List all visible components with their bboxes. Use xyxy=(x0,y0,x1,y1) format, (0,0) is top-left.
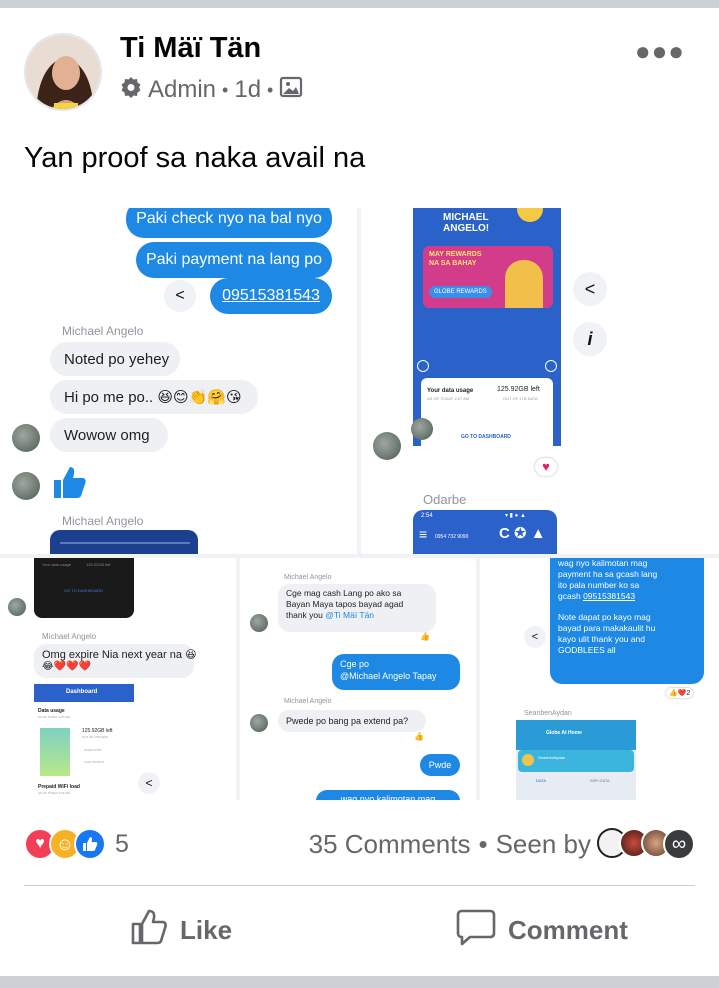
chat-bubble-incoming: Omg expire Nia next year na 😆 😂❤️❤️❤️ xyxy=(34,644,197,678)
like-icon xyxy=(130,908,168,953)
heart-reaction-icon: ♥ xyxy=(535,458,557,476)
info-icon: i xyxy=(573,322,607,356)
promo-button: GLOBE REWARDS xyxy=(429,286,492,298)
comment-icon xyxy=(456,908,496,953)
chat-avatar xyxy=(250,714,268,732)
post-caption: Yan proof sa naka avail na xyxy=(24,142,366,174)
thumbs-up-reaction-icon: 👍 xyxy=(414,732,424,741)
chat-avatar xyxy=(8,598,26,616)
chat-avatar xyxy=(12,424,40,452)
comment-button[interactable]: Comment xyxy=(456,905,628,955)
chat-bubble-incoming: Noted po yehey xyxy=(50,342,180,376)
dashboard-screenshot: Dashboard Data usage AS OF TODAY 2:07 AM… xyxy=(34,684,134,800)
chat-bubble-phone-number: 09515381543 xyxy=(210,278,332,314)
chat-bubble-incoming: Wowow omg xyxy=(50,418,168,452)
like-button[interactable]: Like xyxy=(130,905,232,955)
reaction-count: 5 xyxy=(115,829,129,858)
chat-avatar xyxy=(411,418,433,440)
post-stats: 35 Comments • Seen by ∞ xyxy=(309,826,695,862)
chat-sender-name: Michael Angelo xyxy=(284,574,332,581)
chat-sender-name: SeanbenAydan xyxy=(524,710,572,717)
collage-photo-4[interactable]: Michael Angelo Cge mag cash Lang po ako … xyxy=(240,558,476,800)
comments-count[interactable]: 35 Comments xyxy=(309,829,471,860)
chat-sender-name: Michael Angelo xyxy=(62,514,144,528)
seen-more-icon: ∞ xyxy=(663,828,695,860)
thumbs-up-reaction-icon: 👍 xyxy=(420,632,430,641)
author-name[interactable]: Ti Mäï Tän xyxy=(120,32,261,65)
globe-app-screen: MICHAEL ANGELO! MAY REWARDS NA SA BAHAY … xyxy=(413,208,561,446)
more-options-icon[interactable]: ●●● xyxy=(635,36,685,67)
collage-photo-1[interactable]: Paki check nyo na bal nyo Paki payment n… xyxy=(0,208,357,554)
share-icon: < xyxy=(138,772,160,794)
data-usage-card: Your data usage AS OF TODAY 2:07 AM 125.… xyxy=(421,378,553,446)
meta-dot-2: • xyxy=(267,79,274,100)
phone-screenshot-thumb xyxy=(50,530,198,554)
seen-avatars xyxy=(630,790,670,800)
chat-bubble-incoming: Hi po me po.. 😆😊👏🤗😘 xyxy=(50,380,258,414)
menu-icon: ≡ xyxy=(419,526,428,542)
chat-sender-name: Michael Angelo xyxy=(42,632,97,641)
carousel-right-icon xyxy=(545,360,557,372)
carousel-left-icon xyxy=(417,360,429,372)
photo-collage[interactable]: Paki check nyo na bal nyo Paki payment n… xyxy=(0,208,719,800)
author-role: Admin xyxy=(148,76,217,103)
chat-bubble-incoming: Pwede po bang pa extend pa? xyxy=(278,710,426,732)
like-label: Like xyxy=(180,914,233,945)
post-time[interactable]: 1d xyxy=(234,76,261,104)
chat-bubble-outgoing: wag nyo kalimotan mag payment ha sa gcas… xyxy=(550,558,704,684)
reactions-summary[interactable]: ♥ ☺ 5 xyxy=(24,826,129,862)
chat-avatar xyxy=(12,472,40,500)
chat-bubble-outgoing: Paki check nyo na bal nyo xyxy=(126,208,332,238)
top-separator xyxy=(0,0,719,8)
chat-sender-name: Michael Angelo xyxy=(62,324,144,338)
collage-photo-3[interactable]: Your data usage 125.92GB left GO TO DASH… xyxy=(0,558,236,800)
meta-dot: • xyxy=(222,79,229,100)
greeting-text: MICHAEL ANGELO! xyxy=(443,212,490,234)
promo-banner: MAY REWARDS NA SA BAHAY GLOBE REWARDS xyxy=(423,246,553,308)
globe-at-home-screenshot: Globe At Home SeanbenAydan DATA WIFI DAT… xyxy=(516,720,636,800)
phone-screenshot-thumb: 2:54 ▾ ▮ ● ▲ ≡ 0954 732 9090 C ✪ ▲ xyxy=(413,510,557,554)
chat-bubble-outgoing: Paki payment na lang po xyxy=(136,242,332,278)
share-icon: < xyxy=(164,280,196,312)
sun-icon xyxy=(517,208,543,222)
chat-avatar xyxy=(373,432,401,460)
like-reaction-icon xyxy=(74,828,106,860)
bottom-separator xyxy=(0,976,719,988)
author-avatar[interactable] xyxy=(24,33,102,111)
stats-separator: • xyxy=(478,828,488,859)
collage-photo-2[interactable]: MICHAEL ANGELO! MAY REWARDS NA SA BAHAY … xyxy=(361,208,719,554)
chat-avatar xyxy=(250,614,268,632)
usage-bar xyxy=(40,728,70,776)
thumbs-up-icon xyxy=(50,464,88,507)
chat-bubble-outgoing: Cge po @Michael Angelo Tapay xyxy=(332,654,460,690)
share-icon: < xyxy=(524,626,546,648)
photos-icon xyxy=(279,75,303,106)
chat-bubble-incoming: Cge mag cash Lang po ako sa Bayan Maya t… xyxy=(278,584,436,632)
chat-bubble-outgoing: wag nyo kalimotan mag xyxy=(316,790,460,800)
seen-by-label[interactable]: Seen by xyxy=(496,829,591,860)
message-reactions: 👍❤️2 xyxy=(666,688,694,698)
account-avatar xyxy=(522,754,534,766)
comment-label: Comment xyxy=(508,914,628,945)
chat-bubble-outgoing: Pwde xyxy=(420,754,460,776)
chat-sender-name: Odarbe xyxy=(423,492,467,507)
chat-sender-name: Michael Angelo xyxy=(284,698,332,705)
admin-badge-icon xyxy=(120,76,142,105)
post-meta: Admin • 1d • xyxy=(120,74,303,106)
share-icon: < xyxy=(573,272,607,306)
collage-photo-5[interactable]: wag nyo kalimotan mag payment ha sa gcas… xyxy=(480,558,719,800)
phone-screenshot-dark: Your data usage 125.92GB left GO TO DASH… xyxy=(34,558,134,618)
action-divider xyxy=(24,885,695,886)
seen-by-avatars[interactable]: ∞ xyxy=(597,828,695,860)
